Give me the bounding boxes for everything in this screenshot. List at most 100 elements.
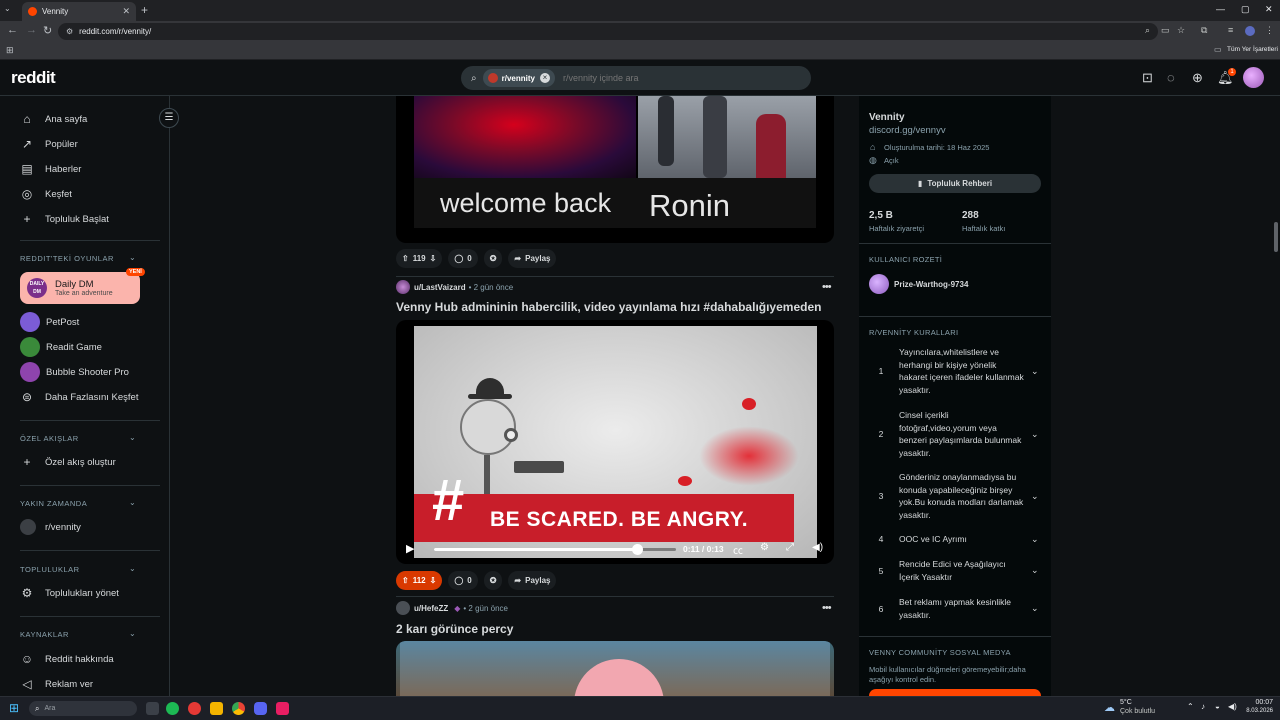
downvote-icon[interactable]: ⇩ xyxy=(430,254,437,263)
task-view-icon[interactable] xyxy=(146,702,159,715)
advertise[interactable]: ◁ Reklam ver xyxy=(20,673,160,695)
minimize-icon[interactable]: — xyxy=(1216,4,1225,14)
badge-username[interactable]: Prize-Warthog-9734 xyxy=(894,280,968,289)
scrollbar-thumb[interactable] xyxy=(1274,222,1278,252)
post-media-image[interactable] xyxy=(396,641,834,696)
manage-communities[interactable]: ⚙ Toplulukları yönet xyxy=(20,582,160,604)
site-info-icon[interactable]: ⚙ xyxy=(66,27,73,36)
volume-icon[interactable]: ◀) xyxy=(812,542,823,553)
chevron-down-icon[interactable]: ⌄ xyxy=(1031,429,1039,440)
post-media-image[interactable]: welcome back Ronin xyxy=(396,96,834,243)
post-options-icon[interactable]: ••• xyxy=(822,281,832,293)
post-title[interactable]: Venny Hub admininin habercilik, video ya… xyxy=(396,300,821,314)
upvote-icon[interactable]: ⇧ xyxy=(402,576,409,585)
nav-start-community[interactable]: + Topluluk Başlat xyxy=(20,208,160,230)
share-button[interactable]: ➦ Paylaş xyxy=(508,571,557,590)
create-custom-feed[interactable]: + Özel akış oluştur xyxy=(20,451,160,473)
weather-temp[interactable]: 5°C xyxy=(1120,699,1132,706)
rule-item[interactable]: 5 Rencide Edici ve Aşağılayıcı İçerik Ya… xyxy=(869,558,1041,583)
resources-header[interactable]: KAYNAKLAR xyxy=(20,630,140,639)
comments-button[interactable]: ◯ 0 xyxy=(448,571,478,590)
nav-popular[interactable]: ↗ Popüler xyxy=(20,133,160,155)
chevron-down-icon[interactable]: ⌄ xyxy=(129,564,136,573)
community-filter-chip[interactable]: r/vennity × xyxy=(482,69,555,87)
tab-search-icon[interactable]: ⌄ xyxy=(4,4,11,13)
weather-desc[interactable]: Çok bulutlu xyxy=(1120,708,1155,715)
chevron-down-icon[interactable]: ⌄ xyxy=(129,433,136,442)
profile-avatar-icon[interactable] xyxy=(1245,26,1255,36)
collapse-sidebar-icon[interactable]: ☰ xyxy=(159,108,179,128)
nav-news[interactable]: ▤ Haberler xyxy=(20,158,160,180)
chevron-down-icon[interactable]: ⌄ xyxy=(1031,366,1039,377)
rule-item[interactable]: 4 OOC ve IC Ayrımı ⌄ xyxy=(869,533,1041,546)
share-button[interactable]: ➦ Paylaş xyxy=(508,249,557,268)
all-bookmarks-label[interactable]: Tüm Yer İşaretleri xyxy=(1227,46,1278,53)
search-input[interactable] xyxy=(562,73,763,83)
custom-feeds-header[interactable]: ÖZEL AKIŞLAR xyxy=(20,434,140,443)
clock-date[interactable]: 8.03.2026 xyxy=(1241,708,1273,714)
rule-item[interactable]: 3 Gönderiniz onaylanmadıysa bu konuda ya… xyxy=(869,471,1041,521)
discord-icon[interactable] xyxy=(254,702,267,715)
url-text[interactable]: reddit.com/r/vennity/ xyxy=(79,27,151,36)
windows-start-icon[interactable]: ⊞ xyxy=(9,701,19,715)
speaker-icon[interactable]: ◀) xyxy=(1228,702,1237,711)
app-icon[interactable] xyxy=(276,702,289,715)
daily-dm-card[interactable]: DAILY DM Daily DM Take an adventure xyxy=(20,272,140,304)
browser-menu-icon[interactable]: ⋮ xyxy=(1265,25,1274,36)
chrome-icon[interactable] xyxy=(232,702,245,715)
user-avatar-small[interactable] xyxy=(396,280,410,294)
chevron-down-icon[interactable]: ⌄ xyxy=(1031,565,1039,576)
back-icon[interactable]: ← xyxy=(7,24,18,36)
clock-time[interactable]: 00:07 xyxy=(1245,699,1273,706)
fullscreen-icon[interactable]: ⤢ xyxy=(786,542,794,553)
ads-icon[interactable]: ⊡ xyxy=(1142,70,1153,86)
search-bar[interactable]: ⌕ r/vennity × xyxy=(461,66,811,90)
nav-explore[interactable]: ◎ Keşfet xyxy=(20,183,160,205)
forward-icon[interactable]: → xyxy=(26,24,37,36)
cast-icon[interactable]: ▭ xyxy=(1161,25,1170,36)
rule-item[interactable]: 2 Cinsel içerikli fotoğraf,video,yorum v… xyxy=(869,409,1041,459)
award-button[interactable]: ✪ xyxy=(483,249,503,268)
upvote-icon[interactable]: ⇧ xyxy=(402,254,409,263)
post-author[interactable]: u/HefeZZ xyxy=(414,604,448,613)
browser-tab[interactable]: Vennity ✕ xyxy=(22,2,136,21)
network-icon[interactable]: ◒ xyxy=(1215,702,1220,711)
play-icon[interactable]: ▶ xyxy=(406,542,414,555)
video-progress-track[interactable] xyxy=(434,544,676,555)
communities-header[interactable]: TOPLULUKLAR xyxy=(20,565,140,574)
media-icon[interactable]: ≡ xyxy=(1228,25,1233,35)
more-games[interactable]: ⊜ Daha Fazlasını Keşfet xyxy=(20,386,160,408)
user-avatar-small[interactable] xyxy=(396,601,410,615)
rule-item[interactable]: 6 Bet reklamı yapmak kesinlikle yasaktır… xyxy=(869,596,1041,621)
remove-chip-icon[interactable]: × xyxy=(539,73,550,83)
apps-icon[interactable]: ⊞ xyxy=(6,45,14,56)
captions-icon[interactable]: ㏄ xyxy=(733,542,743,557)
game-petpost[interactable]: PetPost xyxy=(20,311,160,333)
close-window-icon[interactable]: ✕ xyxy=(1265,4,1273,15)
maximize-icon[interactable]: ▢ xyxy=(1241,4,1250,15)
recent-header[interactable]: YAKIN ZAMANDA xyxy=(20,499,140,508)
chevron-down-icon[interactable]: ⌄ xyxy=(129,498,136,507)
user-avatar[interactable] xyxy=(1243,67,1264,88)
comments-button[interactable]: ◯ 0 xyxy=(448,249,478,268)
close-tab-icon[interactable]: ✕ xyxy=(122,6,130,17)
taskbar-search[interactable]: ⌕ Ara xyxy=(29,701,137,716)
games-section-header[interactable]: REDDIT'TEKİ OYUNLAR xyxy=(20,254,140,263)
new-tab-icon[interactable]: + xyxy=(141,3,148,17)
microphone-icon[interactable]: ♪ xyxy=(1201,702,1205,711)
game-bubble-shooter[interactable]: Bubble Shooter Pro xyxy=(20,361,160,383)
chevron-down-icon[interactable]: ⌄ xyxy=(1031,534,1039,545)
post-video[interactable]: # BE SCARED. BE ANGRY. ▶ 0:11 / 0:13 ㏄ ⚙… xyxy=(396,320,834,564)
chevron-down-icon[interactable]: ⌄ xyxy=(129,629,136,638)
badge-user-avatar[interactable] xyxy=(869,274,889,294)
community-link[interactable]: discord.gg/vennyv xyxy=(869,125,946,136)
post-author[interactable]: u/LastVaizard xyxy=(414,283,466,292)
extensions-icon[interactable]: ⧉ xyxy=(1201,25,1207,36)
tray-chevron-icon[interactable]: ⌃ xyxy=(1187,702,1194,711)
rule-item[interactable]: 1 Yayıncılara,whitelistlere ve herhangi … xyxy=(869,346,1041,396)
create-post-icon[interactable]: ⊕ xyxy=(1192,70,1203,86)
bookmark-star-icon[interactable]: ☆ xyxy=(1177,25,1185,36)
omnibox[interactable]: ⚙ reddit.com/r/vennity/ xyxy=(58,23,1158,40)
reload-icon[interactable]: ↻ xyxy=(43,24,52,37)
nav-home[interactable]: ⌂ Ana sayfa xyxy=(20,108,160,130)
